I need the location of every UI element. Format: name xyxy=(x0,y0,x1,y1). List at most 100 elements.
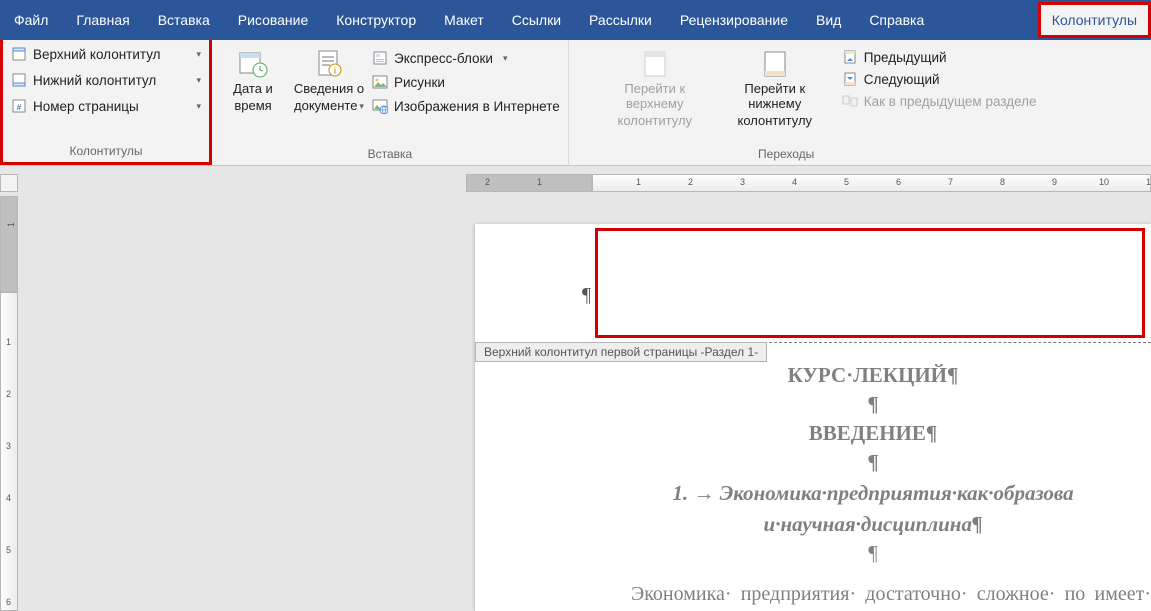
document-body: КУРС·ЛЕКЦИЙ¶ ¶ ВВЕДЕНИЕ¶ ¶ 1. → Экономик… xyxy=(595,359,1151,611)
pagenumber-dropdown[interactable]: # Номер страницы ▾ xyxy=(9,96,203,116)
docinfo-button[interactable]: i Сведения о документе ▾ xyxy=(288,44,370,114)
ruler-tick: 1 xyxy=(6,337,11,347)
ruler-tick: 6 xyxy=(6,597,11,607)
group-navigation: Перейти к верхнему колонтитулу Перейти к… xyxy=(589,40,1044,165)
next-icon xyxy=(842,71,858,87)
pictures-button[interactable]: Рисунки xyxy=(370,72,562,92)
tab-references[interactable]: Ссылки xyxy=(498,0,575,40)
ruler-tick: 6 xyxy=(896,177,901,187)
tab-help[interactable]: Справка xyxy=(855,0,938,40)
cursor-pilcrow: ¶ xyxy=(582,284,591,307)
doc-title-2: ВВЕДЕНИЕ¶ xyxy=(595,421,1151,446)
doc-pilcrow: ¶ xyxy=(595,392,1151,417)
link-icon xyxy=(842,93,858,109)
chevron-down-icon: ▾ xyxy=(196,101,201,112)
footer-dropdown[interactable]: Нижний колонтитул ▾ xyxy=(9,70,203,90)
doc-numbered-heading-l2: и·научная·дисциплина¶ xyxy=(595,512,1151,537)
ruler-tick: 7 xyxy=(948,177,953,187)
tab-view[interactable]: Вид xyxy=(802,0,855,40)
ruler-vertical-margin[interactable]: 1 xyxy=(0,196,18,292)
online-pictures-label: Изображения в Интернете xyxy=(394,99,560,114)
ruler-tick: 1 xyxy=(6,222,16,227)
ruler-tick: 3 xyxy=(6,441,11,451)
calendar-icon xyxy=(237,48,269,80)
tab-draw[interactable]: Рисование xyxy=(224,0,323,40)
datetime-button[interactable]: Дата и время xyxy=(218,44,288,114)
group-navigation-label: Переходы xyxy=(589,147,1044,165)
goto-header-icon xyxy=(639,48,671,80)
doc-paragraph: Экономика· предприятия· достаточно· слож… xyxy=(595,580,1151,611)
ruler-tick: 2 xyxy=(485,177,490,187)
goto-footer-l1: Перейти к нижнему xyxy=(717,82,833,112)
ruler-horizontal[interactable]: 1 2 3 4 5 6 7 8 9 10 11 xyxy=(592,174,1151,192)
previous-button[interactable]: Предыдущий xyxy=(841,48,1038,66)
picture-icon xyxy=(372,74,388,90)
ruler-horizontal-margin[interactable]: 2 1 xyxy=(466,174,592,192)
tab-layout[interactable]: Макет xyxy=(430,0,498,40)
goto-header-l1: Перейти к верхнему xyxy=(597,82,713,112)
ruler-tick: 8 xyxy=(1000,177,1005,187)
svg-text:#: # xyxy=(17,103,22,112)
next-button[interactable]: Следующий xyxy=(841,70,1038,88)
tab-headerfooter[interactable]: Колонтитулы xyxy=(1038,2,1151,38)
pagenumber-label: Номер страницы xyxy=(33,99,139,114)
document-page[interactable]: ¶ Верхний колонтитул первой страницы -Ра… xyxy=(475,224,1151,611)
ruler-tick: 2 xyxy=(6,389,11,399)
tab-file[interactable]: Файл xyxy=(0,0,62,40)
header-dropdown[interactable]: Верхний колонтитул ▾ xyxy=(9,44,203,64)
docinfo-label-l2: документе xyxy=(294,99,357,114)
chevron-down-icon: ▾ xyxy=(196,49,201,60)
group-insert-label: Вставка xyxy=(212,147,568,165)
next-label: Следующий xyxy=(864,72,940,87)
goto-header-l2: колонтитулу xyxy=(618,114,693,129)
goto-header-button: Перейти к верхнему колонтитулу xyxy=(595,44,715,129)
group-headerfooter: Верхний колонтитул ▾ Нижний колонтитул ▾… xyxy=(0,40,212,165)
doc-title-1: КУРС·ЛЕКЦИЙ¶ xyxy=(595,363,1151,388)
ruler-tick: 9 xyxy=(1052,177,1057,187)
group-insert-combined: Дата и время i Сведения о документе ▾ xyxy=(212,40,569,165)
datetime-label-l1: Дата и xyxy=(233,82,273,97)
ruler-tick: 4 xyxy=(792,177,797,187)
tab-design[interactable]: Конструктор xyxy=(322,0,430,40)
ruler-tick: 4 xyxy=(6,493,11,503)
quickparts-icon xyxy=(372,50,388,66)
online-picture-icon xyxy=(372,98,388,114)
pictures-label: Рисунки xyxy=(394,75,445,90)
ruler-tick: 1 xyxy=(636,177,641,187)
goto-footer-icon xyxy=(759,48,791,80)
ruler-corner xyxy=(0,174,18,192)
link-previous-label: Как в предыдущем разделе xyxy=(864,94,1037,109)
header-icon xyxy=(11,46,27,62)
tab-insert[interactable]: Вставка xyxy=(144,0,224,40)
ribbon-body: Верхний колонтитул ▾ Нижний колонтитул ▾… xyxy=(0,40,1151,166)
ruler-tick: 2 xyxy=(688,177,693,187)
tab-review[interactable]: Рецензирование xyxy=(666,0,802,40)
tab-home[interactable]: Главная xyxy=(62,0,143,40)
tab-mailings[interactable]: Рассылки xyxy=(575,0,666,40)
header-label: Верхний колонтитул xyxy=(33,47,161,62)
docinfo-label-l1: Сведения о xyxy=(294,82,364,97)
doc-pilcrow: ¶ xyxy=(595,541,1151,566)
datetime-label-l2: время xyxy=(234,99,271,114)
svg-text:i: i xyxy=(334,66,336,77)
goto-footer-l2: колонтитулу xyxy=(738,114,813,129)
quickparts-dropdown[interactable]: Экспресс-блоки ▾ xyxy=(370,48,562,68)
chevron-down-icon: ▾ xyxy=(503,53,508,64)
doc-pilcrow: ¶ xyxy=(595,450,1151,475)
ruler-tick: 3 xyxy=(740,177,745,187)
header-area-highlight xyxy=(595,228,1145,338)
ruler-vertical[interactable]: 1 2 3 4 5 6 xyxy=(0,292,18,611)
ribbon-tabs: Файл Главная Вставка Рисование Конструкт… xyxy=(0,0,1151,40)
ruler-tick: 10 xyxy=(1099,177,1109,187)
ruler-tick: 11 xyxy=(1146,177,1151,187)
previous-icon xyxy=(842,49,858,65)
goto-footer-button[interactable]: Перейти к нижнему колонтитулу xyxy=(715,44,835,129)
footer-label: Нижний колонтитул xyxy=(33,73,156,88)
online-pictures-button[interactable]: Изображения в Интернете xyxy=(370,96,562,116)
link-previous-button: Как в предыдущем разделе xyxy=(841,92,1038,110)
ruler-tick: 1 xyxy=(537,177,542,187)
docinfo-icon: i xyxy=(313,48,345,80)
chevron-down-icon: ▾ xyxy=(196,75,201,86)
footer-icon xyxy=(11,72,27,88)
group-headerfooter-label: Колонтитулы xyxy=(3,144,209,162)
